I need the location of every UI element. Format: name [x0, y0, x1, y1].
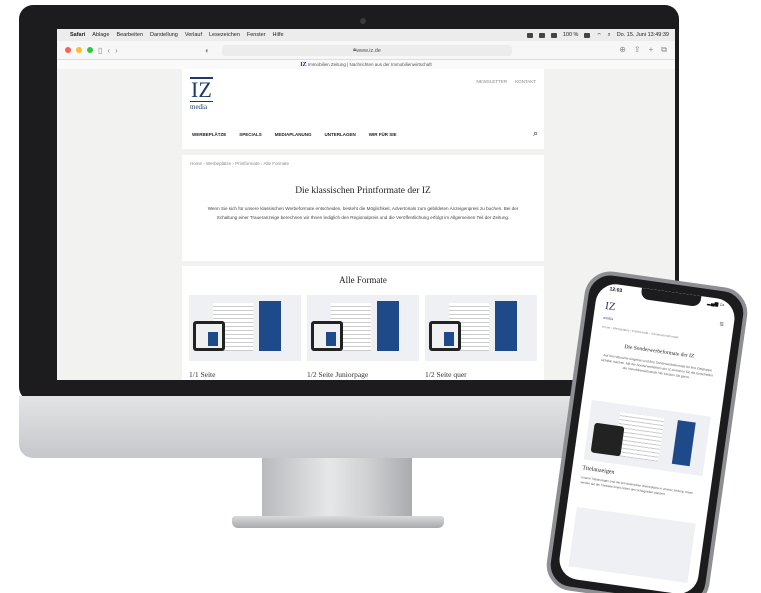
menu-verlauf[interactable]: Verlauf — [185, 32, 202, 38]
imac-stand — [262, 458, 412, 520]
new-tab-icon[interactable]: + — [649, 45, 654, 55]
format-image — [189, 295, 301, 361]
status-icon[interactable] — [550, 32, 557, 38]
iz-media-logo[interactable]: IZ media — [190, 77, 213, 111]
menu-darstellung[interactable]: Darstellung — [150, 32, 178, 38]
banner-text: Immobilien Zeitung | Nachrichten aus der… — [307, 62, 432, 67]
battery-percent: 100 % — [562, 32, 579, 38]
site-header: IZ media NEWSLETTER KONTAKT WERBEPLÄTZE … — [182, 69, 544, 149]
battery-icon[interactable] — [584, 32, 591, 38]
format-card-junior-page[interactable]: 1/2 Seite Juniorpage — [307, 295, 419, 379]
tab-banner: IZ Immobilien Zeitung | Nachrichten aus … — [57, 60, 675, 69]
logo-iz: IZ — [190, 77, 213, 102]
banner-logo: IZ — [300, 62, 307, 68]
menubar-status-area: 100 % ⌔ ⌕ Do. 15. Juni 13:49:39 — [526, 32, 669, 39]
format-image — [307, 295, 419, 361]
camera-dot — [360, 18, 366, 24]
zoom-window-button[interactable] — [87, 47, 93, 53]
formats-grid: 1/1 Seite 1/2 Seite Juniorpage 1/2 Seite… — [189, 295, 537, 379]
nav-item-unterlagen[interactable]: UNTERLAGEN — [325, 132, 356, 137]
status-icon[interactable] — [526, 32, 533, 38]
signal-battery-icon: ▂▄▆ ▭ — [706, 300, 725, 309]
address-bar[interactable]: 🔒︎ www.iz.de — [222, 45, 512, 56]
phone-section-title: Titelanzeigen — [581, 465, 615, 476]
formats-title: Alle Formate — [339, 275, 387, 285]
format-label: 1/2 Seite quer — [425, 370, 467, 379]
download-icon[interactable]: ⊕ — [619, 45, 626, 55]
close-window-button[interactable] — [65, 47, 71, 53]
back-icon[interactable]: ‹ — [107, 46, 110, 55]
phone-notch — [640, 287, 702, 308]
menu-ablage[interactable]: Ablage — [92, 32, 109, 38]
menu-safari[interactable]: Safari — [70, 32, 85, 38]
share-icon[interactable]: ⇪ — [634, 45, 641, 55]
sidebar-icon[interactable]: ▯ — [98, 46, 102, 55]
menu-fenster[interactable]: Fenster — [247, 32, 266, 38]
phone-format-image[interactable] — [583, 399, 711, 477]
contact-link[interactable]: KONTAKT — [515, 79, 536, 84]
macos-menu-bar: Safari Ablage Bearbeiten Darstellung Ver… — [57, 29, 675, 41]
menu-lesezeichen[interactable]: Lesezeichen — [209, 32, 240, 38]
phone-time: 12:03 — [609, 286, 623, 295]
nav-item-mediaplanung[interactable]: MEDIAPLANUNG — [275, 132, 312, 137]
format-label: 1/2 Seite Juniorpage — [307, 370, 369, 379]
phone-logo-media: media — [603, 314, 614, 322]
tab-overview-icon[interactable]: ⧉ — [661, 45, 667, 55]
phone-screen: 12:03 ▂▄▆ ▭ IZ media ≡ Home › Werbeplätz… — [556, 281, 738, 593]
newsletter-link[interactable]: NEWSLETTER — [476, 79, 507, 84]
formats-section: Alle Formate 1/1 Seite 1/2 Seite Juniorp… — [182, 266, 544, 380]
search-icon[interactable]: ⌕ — [608, 32, 611, 39]
url-text: www.iz.de — [356, 47, 381, 54]
breadcrumb: Home › Werbeplätze › Printformate › Alle… — [190, 161, 289, 166]
webpage: IZ media NEWSLETTER KONTAKT WERBEPLÄTZE … — [182, 69, 544, 380]
nav-item-wir-fuer-sie[interactable]: WIR FÜR SIE — [369, 132, 397, 137]
search-icon[interactable]: ⌕ — [533, 128, 538, 139]
hamburger-menu-icon[interactable]: ≡ — [719, 321, 724, 329]
nav-item-specials[interactable]: SPECIALS — [239, 132, 262, 137]
nav-item-werbeplaetze[interactable]: WERBEPLÄTZE — [192, 132, 226, 137]
menu-hilfe[interactable]: Hilfe — [273, 32, 284, 38]
safari-toolbar: ▯ ‹ › ◐ 🔒︎ www.iz.de ⊕ ⇪ + ⧉ — [57, 41, 675, 60]
format-label: 1/1 Seite — [189, 370, 216, 379]
intro-text: Wenn Sie sich für unsere klassischen Wer… — [207, 206, 519, 220]
page-title: Die klassischen Printformate der IZ — [295, 186, 431, 196]
top-links: NEWSLETTER KONTAKT — [476, 79, 536, 84]
wifi-icon[interactable]: ⌔ — [596, 32, 601, 39]
format-image — [425, 295, 537, 361]
privacy-shield-icon[interactable]: ◐ — [205, 46, 210, 55]
phone-section-text: Unsere Titelanzeigen sind die prominente… — [580, 475, 694, 496]
main-nav: WERBEPLÄTZE SPECIALS MEDIAPLANUNG UNTERL… — [192, 132, 397, 137]
phone-logo[interactable]: IZ media — [603, 300, 616, 324]
logo-media: media — [190, 103, 208, 111]
phone-format-image-2[interactable] — [568, 506, 696, 584]
minimize-window-button[interactable] — [76, 47, 82, 53]
imac-stand-base — [232, 516, 444, 528]
phone-breadcrumb: Home › Werbeplätze › Printformate › Sond… — [601, 324, 679, 340]
format-card-full-page[interactable]: 1/1 Seite — [189, 295, 301, 379]
hero-card: Home › Werbeplätze › Printformate › Alle… — [182, 155, 544, 261]
status-icon[interactable] — [538, 32, 545, 38]
clock[interactable]: Do. 15. Juni 13:49:39 — [617, 32, 669, 38]
forward-icon[interactable]: › — [115, 46, 118, 55]
format-card-half-landscape[interactable]: 1/2 Seite quer — [425, 295, 537, 379]
menu-bearbeiten[interactable]: Bearbeiten — [116, 32, 143, 38]
